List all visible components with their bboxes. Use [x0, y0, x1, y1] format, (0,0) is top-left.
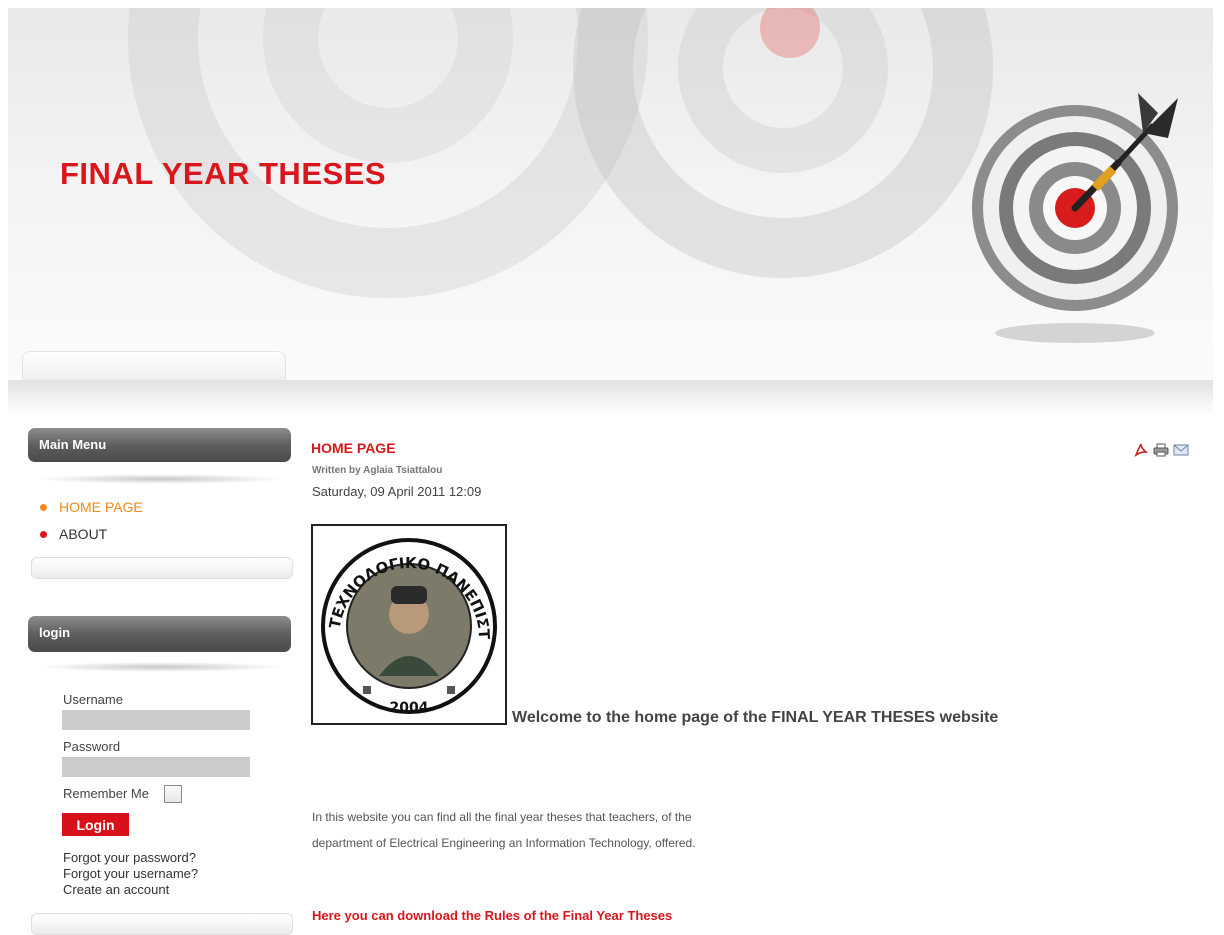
article-title[interactable]: HOME PAGE — [311, 440, 396, 456]
bullet-icon — [40, 530, 47, 538]
email-icon[interactable] — [1173, 442, 1189, 456]
username-input[interactable] — [62, 710, 250, 730]
login-header: login — [28, 616, 291, 652]
username-label: Username — [63, 692, 123, 707]
rules-download-link[interactable]: Here you can download the Rules of the F… — [312, 908, 672, 923]
password-input[interactable] — [62, 757, 250, 777]
header-tab — [22, 351, 286, 383]
menu-item-label: HOME PAGE — [59, 499, 143, 515]
menu-item-home-page[interactable]: HOME PAGE — [40, 499, 143, 515]
divider — [36, 662, 286, 672]
password-label: Password — [63, 739, 121, 754]
main-menu-footer — [31, 557, 293, 579]
print-icon[interactable] — [1153, 442, 1169, 457]
main-menu-header: Main Menu — [28, 428, 291, 462]
menu-item-label: ABOUT — [59, 526, 108, 542]
forgot-password-link[interactable]: Forgot your password? — [63, 850, 196, 865]
remember-me-checkbox[interactable] — [164, 785, 182, 803]
body-text-line: department of Electrical Engineering an … — [312, 836, 696, 850]
logo-year: 2004 — [390, 700, 429, 716]
welcome-heading: Welcome to the home page of the FINAL YE… — [512, 709, 999, 726]
login-button[interactable]: Login — [62, 813, 129, 836]
target-dart-icon — [963, 83, 1193, 353]
article-author: Written by Aglaia Tsiattalou — [312, 465, 443, 476]
site-title: FINAL YEAR THESES — [60, 156, 387, 191]
body-text-line: In this website you can find all the fin… — [312, 810, 692, 824]
site-header: FINAL YEAR THESES — [8, 8, 1213, 383]
university-logo: ΤΕΧΝΟΛΟΓΙΚΟ ΠΑΝΕΠΙΣΤΗΜΙΟ ΚΥΠΡΟΥ 2004 — [306, 512, 507, 725]
remember-me-label: Remember Me — [63, 786, 149, 801]
login-footer — [31, 913, 293, 935]
header-bar — [8, 380, 1213, 416]
divider — [36, 474, 286, 484]
article-date: Saturday, 09 April 2011 12:09 — [312, 484, 482, 499]
create-account-link[interactable]: Create an account — [63, 882, 169, 897]
pdf-icon[interactable] — [1134, 442, 1149, 458]
menu-item-about[interactable]: ABOUT — [40, 526, 107, 542]
forgot-username-link[interactable]: Forgot your username? — [63, 866, 198, 881]
bullet-icon — [40, 503, 47, 511]
